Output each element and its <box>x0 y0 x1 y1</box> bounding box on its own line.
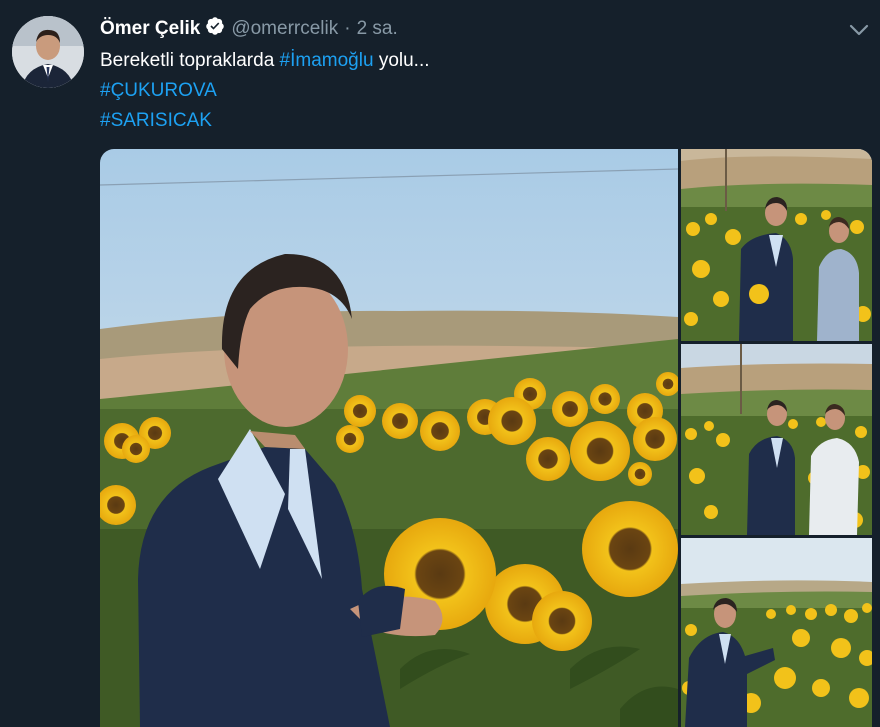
author-avatar[interactable] <box>12 16 84 88</box>
main-photo[interactable] <box>100 149 678 727</box>
photo-bottom-right[interactable] <box>681 538 872 727</box>
hashtag-link[interactable]: #ÇUKUROVA <box>100 80 217 101</box>
tweet-text-line-1: Bereketli topraklarda #İmamoğlu yolu... <box>100 46 430 76</box>
tweet-media-grid <box>100 149 872 727</box>
author-name[interactable]: Ömer Çelik <box>100 18 200 40</box>
author-handle[interactable]: @omerrcelik <box>231 18 338 40</box>
header-separator: · <box>344 18 351 39</box>
photo-middle-right[interactable] <box>681 344 872 535</box>
avatar-image <box>12 16 84 88</box>
chevron-down-icon[interactable] <box>848 22 870 38</box>
photo-top-right[interactable] <box>681 149 872 341</box>
hashtag-link[interactable]: #SARISICAK <box>100 110 212 131</box>
tweet-text-line-2: #ÇUKUROVA <box>100 76 430 106</box>
tweet-header: Ömer Çelik @omerrcelik · 2 sa. <box>100 16 398 42</box>
tweet-text: Bereketli topraklarda #İmamoğlu yolu... … <box>100 46 430 136</box>
hashtag-link[interactable]: #İmamoğlu <box>280 50 374 71</box>
tweet[interactable]: Ömer Çelik @omerrcelik · 2 sa. Bereketli… <box>0 0 880 727</box>
tweet-timestamp[interactable]: 2 sa. <box>357 18 398 40</box>
tweet-text-segment: Bereketli topraklarda <box>100 50 280 71</box>
tweet-text-segment: yolu... <box>373 50 430 71</box>
tweet-text-line-3: #SARISICAK <box>100 106 430 136</box>
verified-badge-icon <box>200 16 225 42</box>
